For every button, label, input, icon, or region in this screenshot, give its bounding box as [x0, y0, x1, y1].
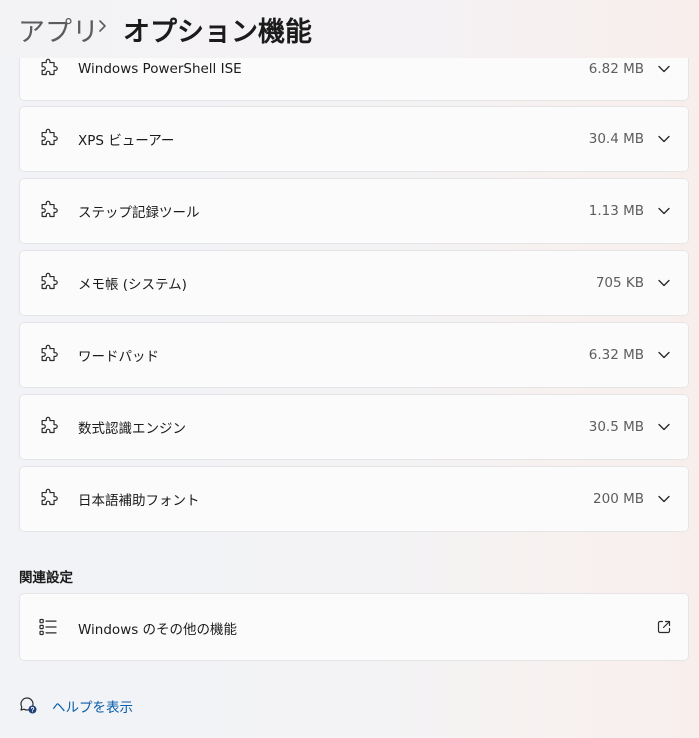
puzzle-icon [41, 128, 58, 146]
external-link-icon [657, 620, 671, 634]
feature-name: 日本語補助フォント [78, 493, 200, 509]
page-title: オプション機能 [123, 17, 312, 48]
feature-size: 6.32 MB [588, 347, 644, 363]
feature-size: 30.4 MB [588, 131, 644, 147]
chevron-down-icon[interactable] [654, 59, 674, 79]
list-icon [39, 618, 57, 636]
feature-size: 30.5 MB [588, 419, 644, 435]
feature-name: ステップ記録ツール [78, 205, 200, 221]
feature-size: 6.82 MB [588, 61, 644, 77]
feature-card[interactable]: 日本語補助フォント 200 MB [19, 466, 689, 532]
chevron-right-icon [99, 20, 106, 32]
puzzle-icon [41, 200, 58, 218]
feature-name: XPS ビューアー [78, 133, 175, 149]
feature-name: Windows PowerShell ISE [78, 61, 242, 77]
help-chat-icon [20, 697, 37, 714]
feature-name: メモ帳 (システム) [78, 277, 187, 293]
feature-name: 数式認識エンジン [78, 421, 186, 437]
puzzle-icon [41, 344, 58, 362]
feature-size: 1.13 MB [588, 203, 644, 219]
chevron-down-icon[interactable] [654, 201, 674, 221]
more-windows-features-label: Windows のその他の機能 [78, 622, 238, 638]
chevron-down-icon[interactable] [654, 129, 674, 149]
feature-name: ワードパッド [78, 349, 159, 365]
feature-card[interactable]: XPS ビューアー 30.4 MB [19, 106, 689, 172]
get-help-label: ヘルプを表示 [52, 700, 133, 716]
puzzle-icon [41, 416, 58, 434]
related-settings-title: 関連設定 [19, 570, 73, 586]
chevron-down-icon[interactable] [654, 417, 674, 437]
breadcrumb-apps[interactable]: アプリ [18, 10, 99, 49]
feature-card[interactable]: メモ帳 (システム) 705 KB [19, 250, 689, 316]
feature-card[interactable]: ワードパッド 6.32 MB [19, 322, 689, 388]
puzzle-icon [41, 272, 58, 290]
feature-size: 705 KB [595, 275, 644, 291]
puzzle-icon [41, 488, 58, 506]
chevron-down-icon[interactable] [654, 273, 674, 293]
chevron-down-icon[interactable] [654, 489, 674, 509]
more-windows-features-link[interactable]: Windows のその他の機能 [19, 593, 689, 661]
chevron-down-icon[interactable] [654, 345, 674, 365]
puzzle-icon [41, 58, 58, 76]
feature-size: 200 MB [593, 491, 644, 507]
feature-card[interactable]: 数式認識エンジン 30.5 MB [19, 394, 689, 460]
page-header: アプリ オプション機能 [0, 0, 699, 58]
feature-card[interactable]: ステップ記録ツール 1.13 MB [19, 178, 689, 244]
